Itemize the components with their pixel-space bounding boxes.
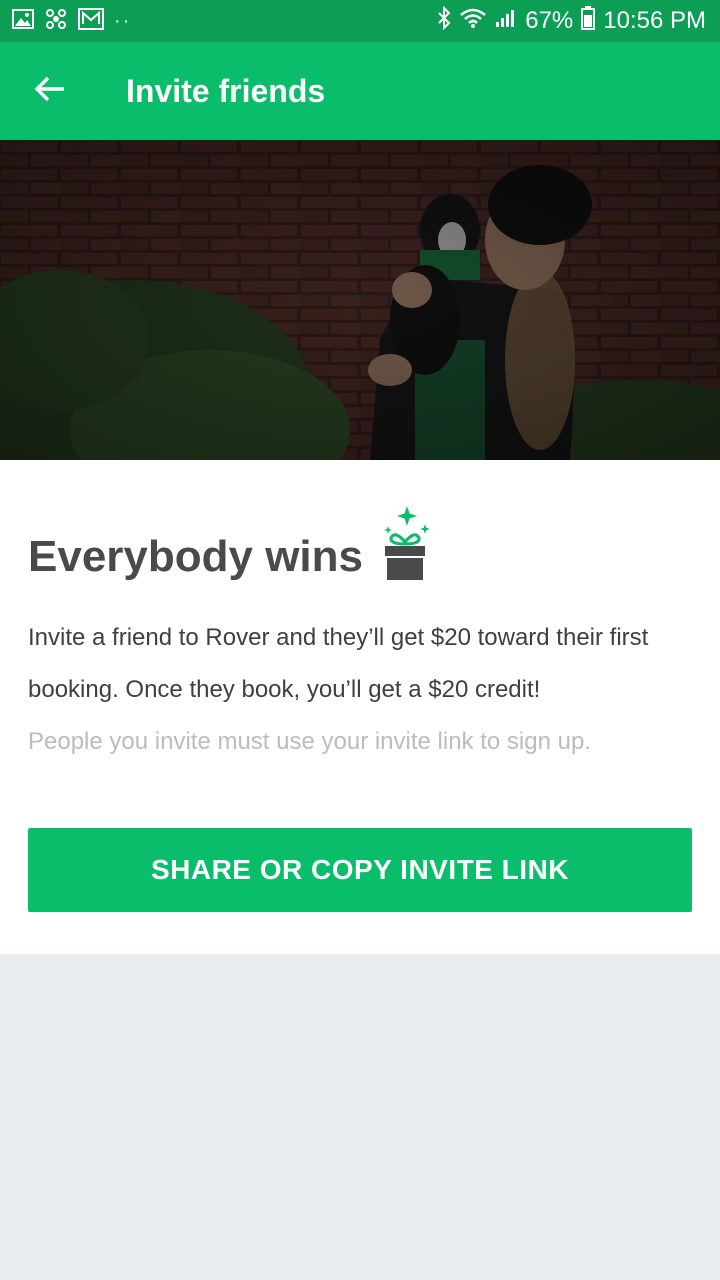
empty-background: [0, 954, 720, 1280]
battery-icon: [581, 5, 596, 37]
mail-icon: [78, 7, 104, 35]
status-bar-right: 67% 10:56 PM: [437, 5, 706, 37]
battery-percent: 67%: [525, 7, 574, 34]
wifi-icon: [459, 7, 487, 36]
back-button[interactable]: [0, 42, 100, 140]
heading-row: Everybody wins: [28, 504, 433, 584]
hero-image: [0, 140, 720, 460]
invite-heading: Everybody wins: [28, 532, 364, 582]
app-bar: Invite friends: [0, 42, 720, 140]
share-invite-link-button[interactable]: SHARE OR COPY INVITE LINK: [28, 828, 692, 912]
bluetooth-icon: [437, 5, 451, 37]
notification-dots: ··: [114, 10, 132, 32]
signal-icon: [495, 7, 517, 35]
back-arrow-icon: [34, 75, 66, 108]
status-bar: ·· 67% 10:56 PM: [0, 0, 720, 42]
sparkle-icon: [384, 506, 431, 534]
invite-description: Invite a friend to Rover and they’ll get…: [28, 624, 649, 703]
gift-icon: [377, 504, 433, 584]
fan-icon: [44, 7, 68, 36]
status-bar-left: ··: [12, 7, 131, 36]
page-title: Invite friends: [126, 72, 326, 109]
invite-card: Everybody wins Invite a friend to Rover …: [0, 460, 720, 954]
invite-note: People you invite must use your invite l…: [28, 728, 591, 755]
status-time: 10:56 PM: [603, 7, 706, 34]
image-icon: [12, 8, 34, 34]
